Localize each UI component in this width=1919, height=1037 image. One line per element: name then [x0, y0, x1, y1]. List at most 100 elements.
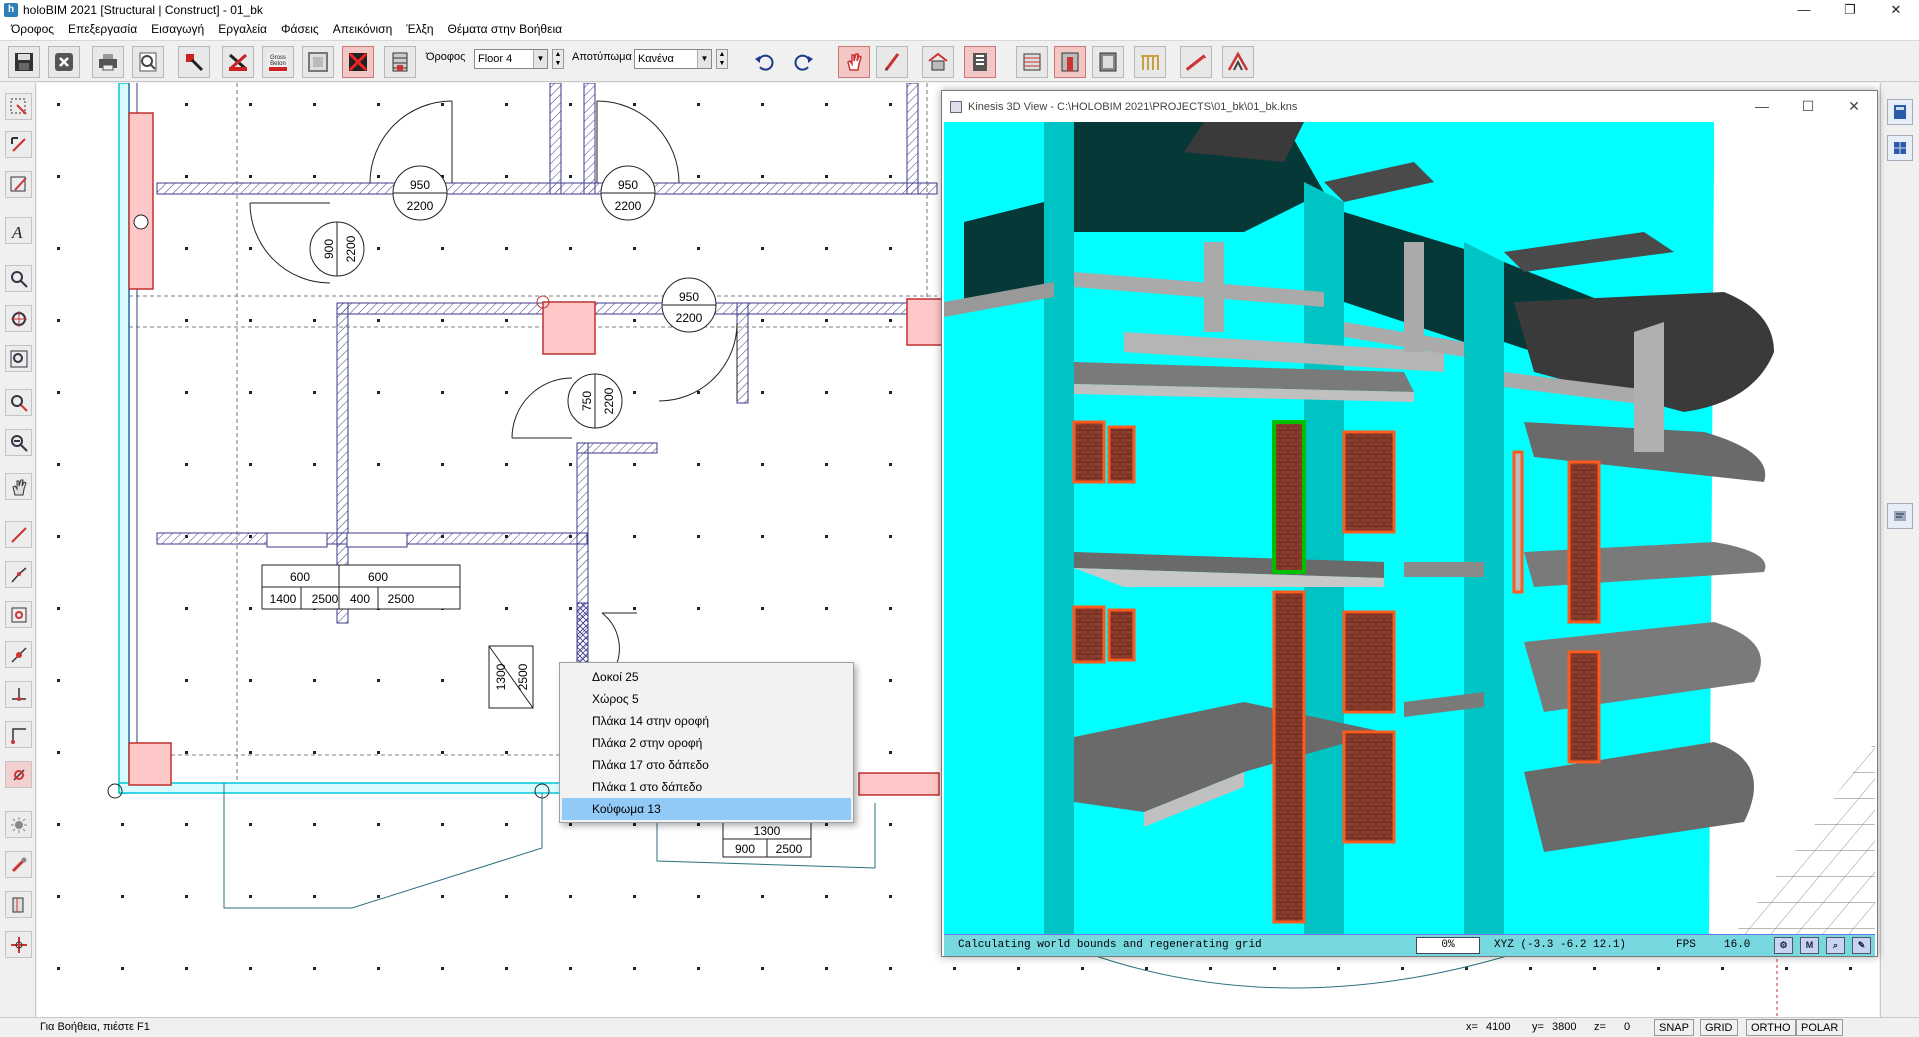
close-file-button[interactable]	[48, 46, 80, 78]
corner-tool[interactable]	[5, 721, 32, 748]
building-view-button[interactable]	[964, 46, 996, 78]
print-button[interactable]	[92, 46, 124, 78]
opening-dim-box[interactable]: 1300 2500	[488, 645, 534, 709]
pan-tool[interactable]	[5, 473, 32, 500]
3d-settings-button[interactable]: ✎	[1852, 937, 1871, 954]
zoom-extents-tool[interactable]	[5, 345, 32, 372]
floor-plan-button[interactable]	[384, 46, 416, 78]
3d-mode-button[interactable]: M	[1800, 937, 1819, 954]
layers-panel-button[interactable]	[1887, 135, 1913, 161]
stamp-spinner[interactable]: ▲ ▼	[716, 49, 728, 69]
menu-phases[interactable]: Φάσεις	[274, 19, 326, 40]
door-dim-750-e[interactable]: 750 2200	[567, 373, 623, 429]
stamp-label: Αποτύπωμα	[572, 51, 632, 63]
3d-maximize-button[interactable]: ☐	[1785, 91, 1831, 122]
redo-button[interactable]	[788, 46, 820, 78]
3d-lock-button[interactable]: ⚙	[1774, 937, 1793, 954]
book-tool[interactable]	[5, 891, 32, 918]
pan-hand-button[interactable]	[838, 46, 870, 78]
measure-tool[interactable]	[5, 641, 32, 668]
view-panel-button[interactable]	[1887, 99, 1913, 125]
zoom-in-tool[interactable]	[5, 389, 32, 416]
brush-icon	[11, 857, 26, 872]
minimize-button[interactable]: —	[1781, 0, 1827, 19]
pencil-button[interactable]	[876, 46, 908, 78]
ortho-toggle[interactable]: ORTHO	[1746, 1019, 1796, 1036]
text-tool[interactable]: A	[5, 217, 32, 244]
edit-tool[interactable]	[5, 171, 32, 198]
stamp-select[interactable]: Κανένα ▼	[634, 49, 712, 69]
crosshair-tool[interactable]	[5, 931, 32, 958]
door-dim-950-d[interactable]: 950 2200	[661, 277, 717, 333]
elevation-icon	[1023, 53, 1041, 71]
menu-floor[interactable]: Όροφος	[4, 19, 61, 40]
light-tool[interactable]	[5, 811, 32, 838]
move-tool[interactable]	[5, 131, 32, 158]
polar-toggle[interactable]: POLAR	[1796, 1019, 1844, 1036]
selected-opening[interactable]	[1272, 420, 1306, 574]
close-button[interactable]: ✕	[1873, 0, 1919, 19]
stair-button[interactable]	[1180, 46, 1212, 78]
section-button[interactable]	[922, 46, 954, 78]
3d-minimize-button[interactable]: —	[1739, 91, 1785, 122]
door-view-button[interactable]	[1054, 46, 1086, 78]
menu-snap[interactable]: Έλξη	[399, 19, 440, 40]
grid-toggle[interactable]: GRID	[1700, 1019, 1738, 1036]
line-tool[interactable]	[5, 521, 32, 548]
undo-button[interactable]	[748, 46, 780, 78]
text-icon: A	[11, 223, 23, 241]
menu-tools[interactable]: Εργαλεία	[211, 19, 274, 40]
ctx-item-slab-1-floor[interactable]: Πλάκα 1 στο δάπεδο	[562, 776, 851, 798]
dim-label: 2200	[344, 235, 358, 262]
point-tool[interactable]	[5, 601, 32, 628]
zoom-out-tool[interactable]	[5, 429, 32, 456]
perpendicular-tool[interactable]	[5, 681, 32, 708]
ctx-item-slab-17-floor[interactable]: Πλάκα 17 στο δάπεδο	[562, 754, 851, 776]
ctx-item-slab-2-ceiling[interactable]: Πλάκα 2 στην οροφή	[562, 732, 851, 754]
snap-toggle[interactable]: SNAP	[1654, 1019, 1694, 1036]
properties-panel-button[interactable]	[1887, 503, 1913, 529]
bottom-dim-table[interactable]: 1300 900 2500	[722, 820, 812, 858]
polyline-tool[interactable]	[5, 561, 32, 588]
gross-beton-button[interactable]: Gross Beton	[262, 46, 294, 78]
chevron-down-icon[interactable]: ▼	[697, 50, 711, 68]
floor-spinner[interactable]: ▲ ▼	[552, 49, 564, 69]
print-preview-button[interactable]	[132, 46, 164, 78]
floor-select[interactable]: Floor 4 ▼	[474, 49, 548, 69]
restore-button[interactable]: ❐	[1827, 0, 1873, 19]
paint-tool[interactable]	[5, 851, 32, 878]
beam-tool-button[interactable]	[222, 46, 254, 78]
3d-zoom-button[interactable]: ⌕	[1826, 937, 1845, 954]
menu-help-topics[interactable]: Θέματα στην Βοήθεια	[441, 19, 570, 40]
delete-element-button[interactable]	[342, 46, 374, 78]
zoom-window-tool[interactable]	[5, 265, 32, 292]
3d-viewport[interactable]	[944, 122, 1875, 934]
menu-insert[interactable]: Εισαγωγή	[144, 19, 211, 40]
ctx-item-space[interactable]: Χώρος 5	[562, 688, 851, 710]
ctx-item-slab-14-ceiling[interactable]: Πλάκα 14 στην οροφή	[562, 710, 851, 732]
3d-window-titlebar[interactable]: Kinesis 3D View - C:\HOLOBIM 2021\PROJEC…	[942, 91, 1877, 122]
frame-button[interactable]	[302, 46, 334, 78]
select-area-tool[interactable]	[5, 93, 32, 120]
corner-icon	[10, 727, 26, 744]
sun-icon	[10, 816, 27, 833]
zoom-center-tool[interactable]	[5, 305, 32, 332]
door-dim-950-a[interactable]: 950 2200	[392, 165, 448, 221]
door-dim-900-c[interactable]: 900 2200	[309, 221, 365, 277]
window-view-button[interactable]	[1092, 46, 1124, 78]
chevron-down-icon[interactable]: ▼	[533, 50, 547, 68]
door-dim-950-b[interactable]: 950 2200	[600, 165, 656, 221]
elevation-button[interactable]	[1016, 46, 1048, 78]
ctx-item-beams[interactable]: Δοκοί 25	[562, 666, 851, 688]
roof-button[interactable]	[1222, 46, 1254, 78]
menu-view[interactable]: Απεικόνιση	[326, 19, 400, 40]
snap-settings-tool[interactable]	[5, 761, 32, 788]
window-dim-table[interactable]: 600 600 1400 2500 400 2500	[261, 564, 461, 610]
title-bar: h holoBIM 2021 [Structural | Construct] …	[0, 0, 1919, 19]
select-tool-button[interactable]	[178, 46, 210, 78]
3d-close-button[interactable]: ✕	[1831, 91, 1877, 122]
menu-edit[interactable]: Επεξεργασία	[61, 19, 144, 40]
railing-button[interactable]	[1134, 46, 1166, 78]
save-button[interactable]	[8, 46, 40, 78]
ctx-item-opening-13[interactable]: Κούφωμα 13	[562, 798, 851, 820]
